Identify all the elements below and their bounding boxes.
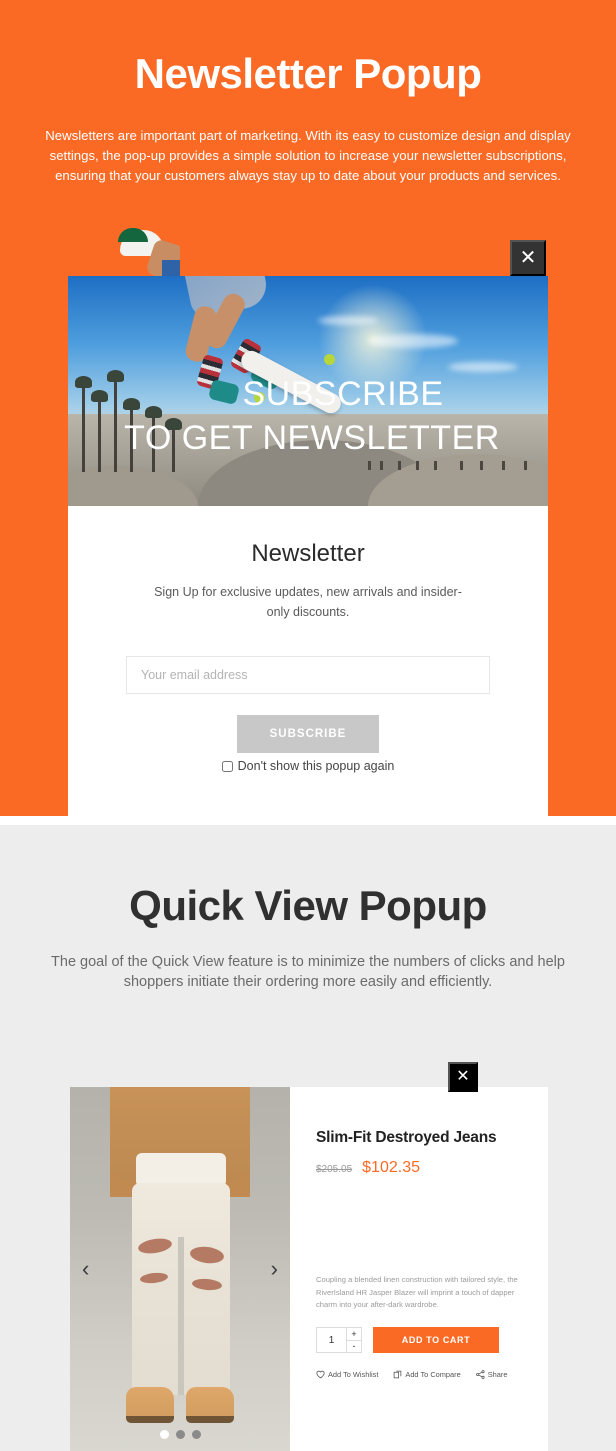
hero-overlay-line-2: TO GET NEWSLETTER	[124, 419, 500, 457]
add-to-cart-row: 1 + - ADD TO CART	[316, 1327, 499, 1353]
quantity-decrease-button[interactable]: -	[347, 1340, 361, 1352]
quickview-section: Quick View Popup The goal of the Quick V…	[0, 825, 616, 1451]
hero-overlay-text: SUBSCRIBE TO GET NEWSLETTER	[68, 372, 548, 460]
heart-icon	[316, 1370, 325, 1379]
product-image	[70, 1087, 290, 1451]
gallery-dot[interactable]	[175, 1430, 185, 1439]
gallery-next-icon[interactable]: ›	[271, 1258, 278, 1280]
product-gallery: ‹ ›	[70, 1087, 290, 1451]
subscribe-button[interactable]: SUBSCRIBE	[237, 715, 379, 753]
product-short-description: Coupling a blended linen construction wi…	[316, 1275, 518, 1309]
quickview-close-icon[interactable]: ✕	[448, 1062, 478, 1092]
email-input[interactable]	[126, 656, 490, 694]
skater-overflow-graphic	[110, 228, 180, 278]
quantity-buttons: + -	[346, 1328, 361, 1352]
product-detail-panel: Slim-Fit Destroyed Jeans $205.05 $102.35…	[290, 1087, 548, 1451]
page-root: Newsletter Popup Newsletters are importa…	[0, 0, 616, 1451]
add-to-compare-label: Add To Compare	[405, 1370, 461, 1379]
dont-show-again-checkbox[interactable]	[221, 760, 233, 772]
newsletter-form-subtitle: Sign Up for exclusive updates, new arriv…	[154, 585, 462, 619]
product-title: Slim-Fit Destroyed Jeans	[316, 1129, 497, 1146]
compare-icon	[393, 1370, 402, 1379]
newsletter-page-description: Newsletters are important part of market…	[45, 128, 571, 183]
quantity-stepper[interactable]: 1 + -	[316, 1327, 362, 1353]
cloud-icon	[448, 362, 518, 372]
share-button[interactable]: Share	[475, 1370, 508, 1379]
gallery-dot[interactable]	[191, 1430, 201, 1439]
share-icon	[475, 1370, 485, 1379]
newsletter-form: Newsletter Sign Up for exclusive updates…	[68, 506, 548, 773]
quickview-page-description: The goal of the Quick View feature is to…	[51, 954, 565, 990]
gallery-dot[interactable]	[159, 1430, 169, 1439]
product-actions: Add To Wishlist Add To Compare Share	[316, 1370, 507, 1379]
cloud-icon	[368, 334, 458, 348]
dont-show-again-row[interactable]: Don't show this popup again	[68, 759, 548, 773]
quantity-increase-button[interactable]: +	[347, 1328, 361, 1341]
add-to-compare-button[interactable]: Add To Compare	[393, 1370, 461, 1379]
quickview-popup: ‹ › Slim-Fit Destroyed Jeans $205.05 $10…	[70, 1087, 548, 1451]
newsletter-page-title: Newsletter Popup	[134, 50, 482, 97]
product-new-price: $102.35	[362, 1159, 420, 1176]
newsletter-close-icon[interactable]: ✕	[510, 240, 546, 276]
quickview-page-title: Quick View Popup	[129, 882, 487, 929]
gallery-dots	[70, 1430, 290, 1439]
share-label: Share	[487, 1370, 508, 1379]
add-to-cart-button[interactable]: ADD TO CART	[373, 1327, 499, 1353]
newsletter-hero-image: SUBSCRIBE TO GET NEWSLETTER	[68, 276, 548, 506]
newsletter-section: Newsletter Popup Newsletters are importa…	[0, 0, 616, 816]
gallery-prev-icon[interactable]: ‹	[82, 1258, 89, 1280]
add-to-wishlist-label: Add To Wishlist	[328, 1370, 379, 1379]
hero-overlay-line-1: SUBSCRIBE	[242, 375, 444, 413]
quantity-value[interactable]: 1	[317, 1328, 346, 1352]
product-price-row: $205.05 $102.35	[316, 1159, 522, 1177]
newsletter-popup: SUBSCRIBE TO GET NEWSLETTER Newsletter S…	[68, 276, 548, 816]
add-to-wishlist-button[interactable]: Add To Wishlist	[316, 1370, 378, 1379]
product-old-price: $205.05	[316, 1164, 353, 1175]
dont-show-again-label: Don't show this popup again	[237, 759, 395, 773]
newsletter-form-title: Newsletter	[251, 540, 365, 567]
